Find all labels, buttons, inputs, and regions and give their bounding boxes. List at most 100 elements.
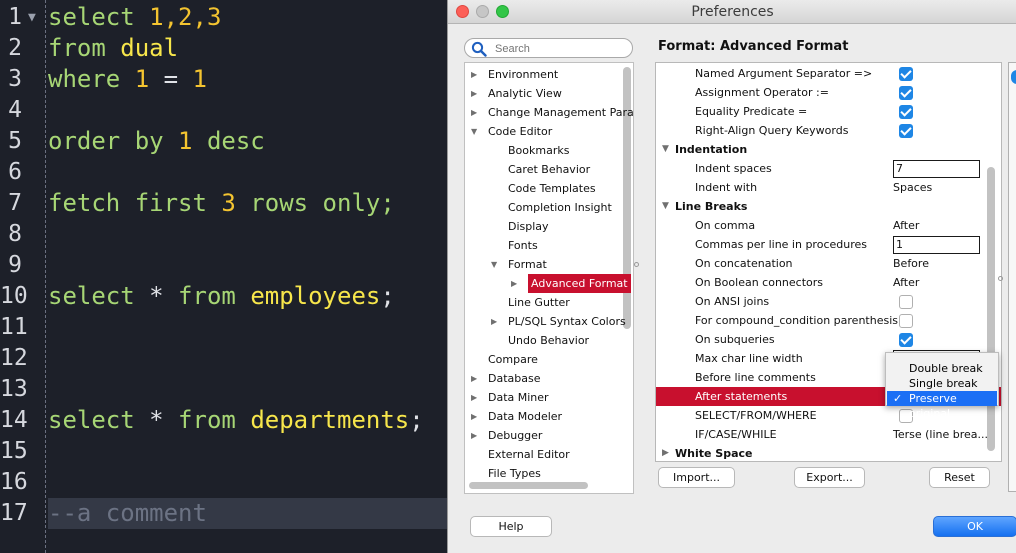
tree-item[interactable]: Undo Behavior bbox=[508, 331, 589, 350]
code-line[interactable]: --a comment bbox=[48, 498, 468, 529]
code-line[interactable]: from dual bbox=[48, 33, 178, 64]
tree-item[interactable]: Code Editor bbox=[488, 122, 552, 141]
tree-item[interactable]: Data Modeler bbox=[488, 407, 562, 426]
tree-item[interactable]: Caret Behavior bbox=[508, 160, 590, 179]
code-line[interactable]: select * from departments; bbox=[48, 405, 424, 436]
tree-item[interactable]: External Editor bbox=[488, 445, 570, 464]
expand-triangle-icon[interactable]: ▶ bbox=[511, 279, 517, 288]
code-line[interactable]: fetch first 3 rows only; bbox=[48, 188, 395, 219]
settings-section-header[interactable]: ▼ Line Breaks bbox=[656, 197, 1001, 216]
code-line[interactable]: order by 1 desc bbox=[48, 126, 265, 157]
tree-item[interactable]: Display bbox=[508, 217, 549, 236]
setting-checkbox[interactable] bbox=[899, 333, 913, 347]
expand-triangle-icon[interactable]: ▶ bbox=[471, 108, 477, 117]
settings-section-header[interactable]: ▼ Indentation bbox=[656, 140, 1001, 159]
settings-row[interactable]: Indent with Spaces bbox=[656, 178, 1001, 197]
tree-horizontal-scrollbar[interactable] bbox=[469, 482, 588, 489]
tree-item[interactable]: Environment bbox=[488, 65, 558, 84]
tree-item[interactable]: Analytic View bbox=[488, 84, 562, 103]
setting-label: Equality Predicate = bbox=[695, 105, 808, 118]
expand-triangle-icon[interactable]: ▶ bbox=[471, 89, 477, 98]
tree-item[interactable]: File Types bbox=[488, 464, 541, 483]
code-line[interactable]: select * from employees; bbox=[48, 281, 395, 312]
tree-item[interactable]: Fonts bbox=[508, 236, 538, 255]
tree-item[interactable]: Database bbox=[488, 369, 541, 388]
settings-row[interactable]: Right-Align Query Keywords bbox=[656, 121, 1001, 140]
line-number: 4 bbox=[8, 97, 22, 123]
setting-text-field[interactable]: 7 bbox=[893, 160, 980, 178]
settings-row[interactable]: On Boolean connectors After bbox=[656, 273, 1001, 292]
code-line[interactable]: where 1 = 1 bbox=[48, 64, 207, 95]
expand-triangle-icon[interactable]: ▶ bbox=[471, 431, 477, 440]
collapse-triangle-icon[interactable]: ▼ bbox=[662, 140, 669, 159]
line-number: 10 bbox=[0, 283, 28, 309]
expand-triangle-icon[interactable]: ▶ bbox=[471, 393, 477, 402]
setting-checkbox[interactable] bbox=[899, 124, 913, 138]
setting-text-field[interactable]: 1 bbox=[893, 236, 980, 254]
right-pane-blue-control[interactable] bbox=[1011, 70, 1016, 84]
settings-row[interactable]: Equality Predicate = bbox=[656, 102, 1001, 121]
setting-checkbox[interactable] bbox=[899, 314, 913, 328]
search-field[interactable] bbox=[464, 38, 633, 58]
setting-checkbox[interactable] bbox=[899, 105, 913, 119]
import-button[interactable]: Import... bbox=[658, 467, 735, 488]
sql-editor[interactable]: 1 2 3 4 5 6 7 8 9 10 11 12 13 14 15 16 17 ▼ select 1,2,3 f… bbox=[0, 0, 468, 553]
fold-toggle-icon[interactable]: ▼ bbox=[28, 2, 36, 33]
settings-row[interactable]: On ANSI joins bbox=[656, 292, 1001, 311]
setting-value[interactable]: Spaces bbox=[893, 178, 932, 197]
setting-checkbox[interactable] bbox=[899, 295, 913, 309]
tree-item[interactable]: Change Management Para bbox=[488, 103, 633, 122]
code-token: 1 bbox=[178, 127, 193, 155]
export-button[interactable]: Export... bbox=[794, 467, 865, 488]
after-statements-dropdown[interactable]: Double break Single break ✓ Preserve origin… bbox=[885, 352, 999, 420]
settings-row[interactable]: On concatenation Before bbox=[656, 254, 1001, 273]
tree-item[interactable]: Advanced Format bbox=[528, 274, 631, 293]
tree-item[interactable]: PL/SQL Syntax Colors bbox=[508, 312, 626, 331]
setting-checkbox[interactable] bbox=[899, 86, 913, 100]
setting-value[interactable]: Before bbox=[893, 254, 929, 273]
code-line[interactable]: select 1,2,3 bbox=[48, 2, 221, 33]
tree-item[interactable]: Completion Insight bbox=[508, 198, 612, 217]
settings-row[interactable]: Indent spaces 7 bbox=[656, 159, 1001, 178]
settings-row[interactable]: Commas per line in procedures 1 bbox=[656, 235, 1001, 254]
ok-button[interactable]: OK bbox=[933, 516, 1016, 537]
setting-value[interactable]: After bbox=[893, 216, 919, 235]
settings-row[interactable]: Named Argument Separator => bbox=[656, 64, 1001, 83]
tree-item[interactable]: Code Templates bbox=[508, 179, 596, 198]
setting-label: White Space bbox=[675, 447, 753, 460]
tree-item[interactable]: Debugger bbox=[488, 426, 542, 445]
reset-button[interactable]: Reset bbox=[929, 467, 990, 488]
preferences-tree[interactable]: ▶ Environment ▶ Analytic View ▶ Change Manage… bbox=[464, 62, 634, 494]
panel-splitter-handle[interactable] bbox=[998, 276, 1003, 281]
collapse-triangle-icon[interactable]: ▼ bbox=[471, 127, 477, 136]
settings-row[interactable]: IF/CASE/WHILE Terse (line brea... bbox=[656, 425, 1001, 444]
setting-checkbox[interactable] bbox=[899, 67, 913, 81]
title-bar[interactable]: Preferences bbox=[448, 0, 1016, 24]
expand-triangle-icon[interactable]: ▶ bbox=[491, 317, 497, 326]
tree-item[interactable]: Line Gutter bbox=[508, 293, 570, 312]
dropdown-option[interactable]: Single break bbox=[887, 376, 997, 391]
dropdown-option[interactable]: ✓ Preserve original bbox=[887, 391, 997, 420]
settings-row[interactable]: On comma After bbox=[656, 216, 1001, 235]
tree-item[interactable]: Format bbox=[508, 255, 547, 274]
expand-triangle-icon[interactable]: ▶ bbox=[471, 412, 477, 421]
settings-section-header[interactable]: ▶ White Space bbox=[656, 444, 1001, 461]
splitter-handle[interactable] bbox=[634, 262, 639, 267]
help-button[interactable]: Help bbox=[470, 516, 552, 537]
settings-row[interactable]: For compound_condition parenthesis bbox=[656, 311, 1001, 330]
expand-triangle-icon[interactable]: ▶ bbox=[471, 374, 477, 383]
collapse-triangle-icon[interactable]: ▼ bbox=[662, 197, 669, 216]
collapse-triangle-icon[interactable]: ▼ bbox=[491, 260, 497, 269]
search-input[interactable] bbox=[495, 41, 625, 56]
settings-row[interactable]: Assignment Operator := bbox=[656, 83, 1001, 102]
dropdown-option[interactable]: Double break bbox=[887, 361, 997, 376]
expand-triangle-icon[interactable]: ▶ bbox=[662, 444, 669, 461]
setting-value[interactable]: After bbox=[893, 273, 919, 292]
tree-item[interactable]: Compare bbox=[488, 350, 538, 369]
code-token: select bbox=[48, 282, 150, 310]
tree-item[interactable]: Bookmarks bbox=[508, 141, 569, 160]
tree-item[interactable]: Data Miner bbox=[488, 388, 549, 407]
setting-value[interactable]: Terse (line brea... bbox=[893, 425, 988, 444]
expand-triangle-icon[interactable]: ▶ bbox=[471, 70, 477, 79]
settings-row[interactable]: On subqueries bbox=[656, 330, 1001, 349]
